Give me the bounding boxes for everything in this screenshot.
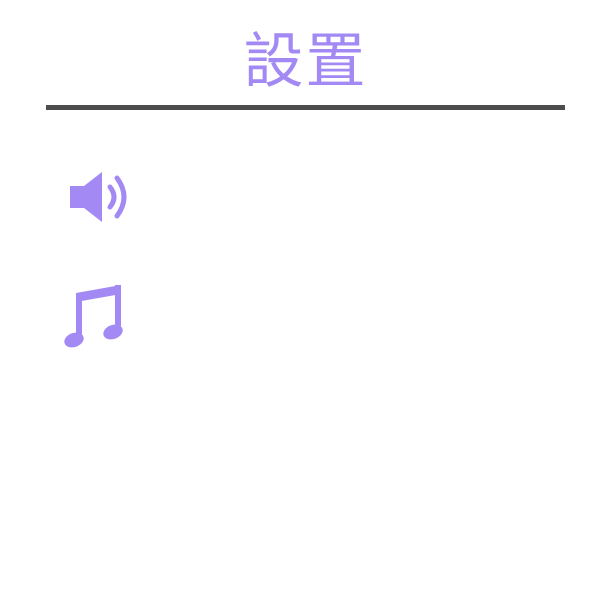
speaker-volume-icon bbox=[70, 172, 127, 222]
page-title: 設置 bbox=[243, 27, 368, 97]
title-divider bbox=[46, 105, 565, 110]
sound-toggle[interactable] bbox=[60, 163, 150, 233]
music-note-icon bbox=[64, 285, 123, 348]
music-toggle[interactable] bbox=[60, 280, 150, 350]
